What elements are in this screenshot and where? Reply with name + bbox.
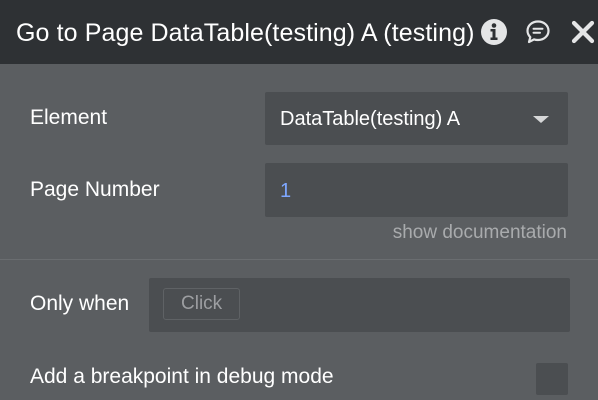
condition-placeholder-chip: Click — [163, 288, 241, 320]
panel-header: Go to Page DataTable(testing) A (testing… — [0, 0, 598, 64]
section-divider — [0, 259, 598, 260]
page-number-value: 1 — [280, 180, 292, 202]
element-dropdown-value: DataTable(testing) A — [280, 108, 461, 130]
info-icon[interactable] — [479, 17, 509, 47]
only-when-condition-input[interactable]: Click — [149, 278, 570, 332]
page-number-label: Page Number — [30, 178, 160, 201]
element-label: Element — [30, 106, 108, 129]
element-dropdown[interactable]: DataTable(testing) A — [265, 92, 568, 145]
only-when-label: Only when — [30, 292, 130, 315]
action-properties-panel: Go to Page DataTable(testing) A (testing… — [0, 0, 598, 400]
show-documentation-link[interactable]: show documentation — [393, 222, 567, 244]
breakpoint-label: Add a breakpoint in debug mode — [30, 365, 334, 388]
page-number-input[interactable]: 1 — [265, 163, 568, 217]
close-icon[interactable] — [568, 17, 598, 47]
chevron-down-icon — [533, 116, 549, 123]
panel-title: Go to Page DataTable(testing) A (testing… — [16, 19, 475, 47]
comment-icon[interactable] — [523, 17, 553, 47]
breakpoint-checkbox[interactable] — [536, 363, 568, 395]
